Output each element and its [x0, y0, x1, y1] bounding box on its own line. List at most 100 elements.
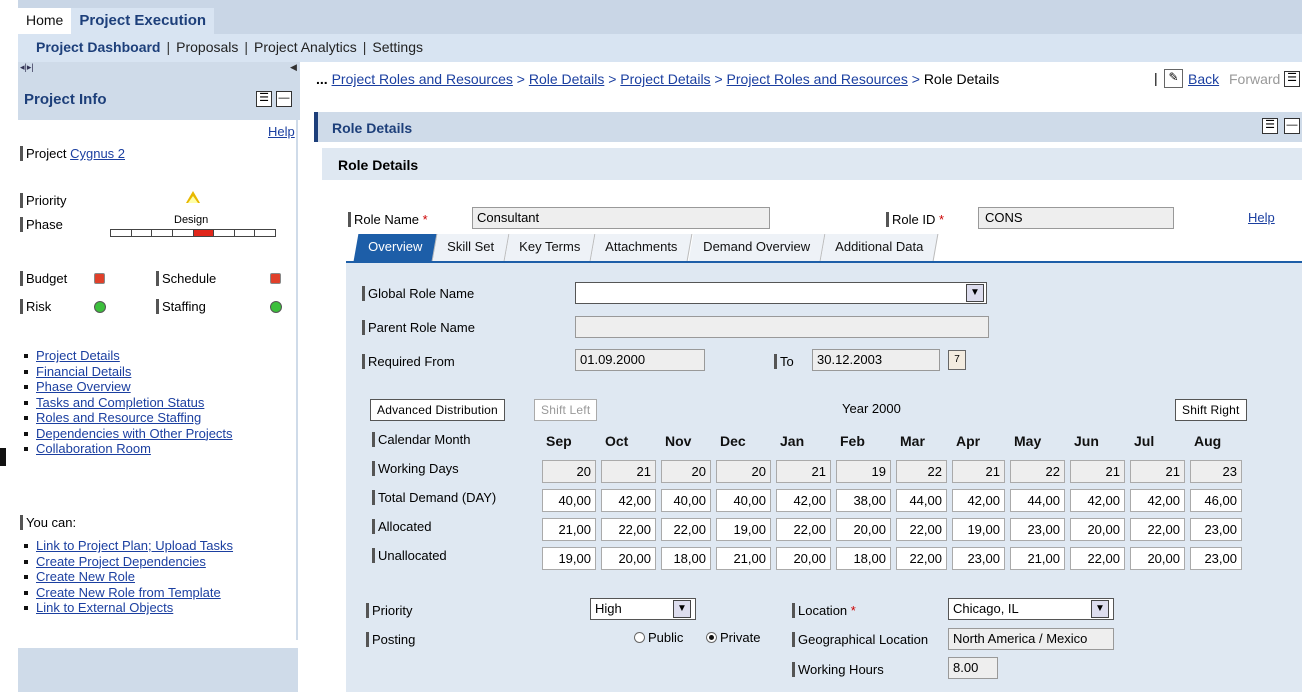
working-hours-field[interactable]: 8.00: [948, 657, 998, 679]
list-item: Link to External Objects: [22, 600, 233, 616]
location-label-text: Location: [798, 603, 848, 618]
location-select[interactable]: Chicago, IL: [948, 598, 1114, 620]
top-tabs: Home Project Execution: [18, 8, 215, 34]
link-phase-overview[interactable]: Phase Overview: [36, 379, 131, 394]
calendar-icon[interactable]: 7: [948, 350, 966, 370]
radio-icon: [634, 632, 645, 643]
link-create-dependencies[interactable]: Create Project Dependencies: [36, 554, 206, 569]
tab-label: Demand Overview: [702, 239, 810, 254]
nav-project-dashboard[interactable]: Project Dashboard: [36, 39, 160, 55]
project-row: Project Cygnus 2: [20, 146, 125, 161]
parent-role-input[interactable]: [575, 316, 989, 338]
link-project-details[interactable]: Project Details: [36, 348, 120, 363]
tab-demand-overview[interactable]: Demand Overview: [688, 234, 825, 261]
breadcrumb-item[interactable]: Project Details: [620, 71, 710, 87]
edit-icon[interactable]: ✎: [1164, 69, 1183, 88]
distribution-cell[interactable]: 42,00: [1070, 489, 1125, 512]
link-project-plan[interactable]: Link to Project Plan; Upload Tasks: [36, 538, 233, 553]
sub-navigation: Project Dashboard | Proposals | Project Anal…: [18, 34, 1302, 62]
tab-additional-data[interactable]: Additional Data: [820, 234, 939, 261]
nav-project-analytics[interactable]: Project Analytics: [254, 39, 357, 55]
distribution-cell[interactable]: 42,00: [1130, 489, 1185, 512]
panel-title: Project Info: [24, 91, 107, 108]
month-header: Aug: [1194, 433, 1222, 449]
panel-menu-icon[interactable]: ☰: [1262, 118, 1278, 134]
chevron-down-icon[interactable]: ▼: [1091, 600, 1109, 618]
list-item: Collaboration Room: [22, 441, 233, 457]
distribution-cell[interactable]: 46,00: [1190, 489, 1242, 512]
global-role-select[interactable]: [575, 282, 987, 304]
distribution-cell: 22,00: [661, 518, 711, 541]
radio-public[interactable]: Public: [634, 630, 683, 645]
tab-project-execution[interactable]: Project Execution: [71, 8, 215, 34]
link-dependencies[interactable]: Dependencies with Other Projects: [36, 426, 233, 441]
distribution-cell[interactable]: 44,00: [1010, 489, 1065, 512]
link-create-role[interactable]: Create New Role: [36, 569, 135, 584]
distribution-cell: 22,00: [896, 547, 947, 570]
panel-menu-icon[interactable]: ☰: [256, 91, 272, 107]
project-links-list: Project Details Financial Details Phase …: [22, 348, 233, 457]
link-tasks-status[interactable]: Tasks and Completion Status: [36, 395, 204, 410]
breadcrumb-item[interactable]: Project Roles and Resources: [727, 71, 908, 87]
project-label: Project: [26, 146, 67, 161]
role-help-link[interactable]: Help: [1248, 210, 1275, 225]
project-name-link[interactable]: Cygnus 2: [70, 146, 125, 161]
tab-key-terms[interactable]: Key Terms: [504, 234, 596, 261]
parent-role-label: Parent Role Name: [362, 320, 475, 335]
chevron-down-icon[interactable]: ▼: [673, 600, 691, 618]
risk-label: Risk: [20, 299, 51, 314]
role-id-label-text: Role ID: [892, 212, 936, 227]
list-item: Link to Project Plan; Upload Tasks: [22, 538, 233, 554]
distribution-cell: 20: [542, 460, 596, 483]
month-header: Jun: [1074, 433, 1099, 449]
link-roles-staffing[interactable]: Roles and Resource Staffing: [36, 410, 201, 425]
distribution-cell[interactable]: 38,00: [836, 489, 891, 512]
breadcrumb-item[interactable]: Role Details: [529, 71, 604, 87]
advanced-distribution-button[interactable]: Advanced Distribution: [370, 399, 505, 421]
minimize-icon[interactable]: —: [276, 91, 292, 107]
distribution-cell[interactable]: 42,00: [601, 489, 656, 512]
list-item: Create New Role from Template: [22, 585, 233, 601]
distribution-cell: 23,00: [1190, 547, 1242, 570]
distribution-cell[interactable]: 42,00: [776, 489, 831, 512]
distribution-cell[interactable]: 42,00: [952, 489, 1005, 512]
menu-icon[interactable]: ☰: [1284, 71, 1300, 87]
tab-skill-set[interactable]: Skill Set: [432, 234, 510, 261]
nav-settings[interactable]: Settings: [372, 39, 423, 55]
risk-status-icon: [94, 301, 106, 313]
tab-home[interactable]: Home: [18, 8, 72, 34]
distribution-cell: 22,00: [776, 518, 831, 541]
required-from-input[interactable]: 01.09.2000: [575, 349, 705, 371]
panel-resize-strip[interactable]: ◂|▸|: [18, 62, 300, 72]
distribution-cell[interactable]: 44,00: [896, 489, 947, 512]
breadcrumb-item[interactable]: Project Roles and Resources: [332, 71, 513, 87]
month-header: Apr: [956, 433, 981, 449]
shift-left-button[interactable]: Shift Left: [534, 399, 598, 421]
nav-proposals[interactable]: Proposals: [176, 39, 238, 55]
actions-list: Link to Project Plan; Upload Tasks Creat…: [22, 538, 233, 616]
schedule-status-icon: [270, 273, 281, 284]
link-external-objects[interactable]: Link to External Objects: [36, 600, 173, 615]
distribution-cell[interactable]: 40,00: [661, 489, 711, 512]
distribution-cell: 21,00: [542, 518, 596, 541]
tab-attachments[interactable]: Attachments: [590, 234, 693, 261]
row-label: Total Demand (DAY): [372, 490, 496, 505]
tab-overview[interactable]: Overview: [353, 234, 438, 261]
forward-link[interactable]: Forward: [1229, 71, 1280, 87]
shift-right-button[interactable]: Shift Right: [1175, 399, 1247, 421]
role-name-input[interactable]: Consultant: [472, 207, 770, 229]
link-collaboration-room[interactable]: Collaboration Room: [36, 441, 151, 456]
link-create-role-template[interactable]: Create New Role from Template: [36, 585, 221, 600]
distribution-cell: 23,00: [952, 547, 1005, 570]
required-marker: *: [938, 212, 945, 227]
radio-private[interactable]: Private: [706, 630, 760, 645]
distribution-cell[interactable]: 40,00: [716, 489, 771, 512]
role-id-input[interactable]: CONS: [978, 207, 1174, 229]
distribution-cell[interactable]: 40,00: [542, 489, 596, 512]
left-help-link[interactable]: Help: [268, 124, 295, 139]
chevron-down-icon[interactable]: ▼: [966, 284, 984, 302]
minimize-icon[interactable]: —: [1284, 118, 1300, 134]
to-date-input[interactable]: 30.12.2003: [812, 349, 940, 371]
back-link[interactable]: Back: [1188, 71, 1219, 87]
link-financial-details[interactable]: Financial Details: [36, 364, 131, 379]
